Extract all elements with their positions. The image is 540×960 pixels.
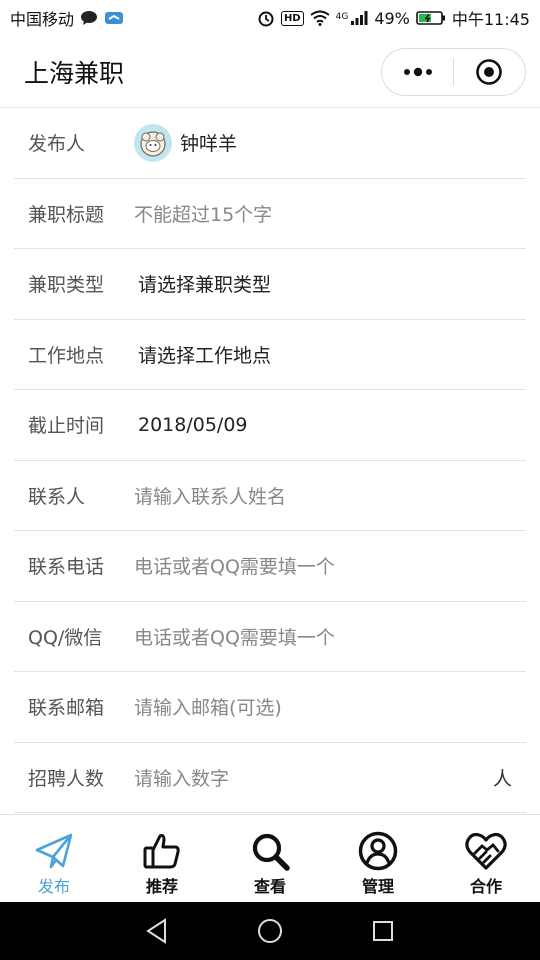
back-button[interactable] <box>137 911 177 951</box>
job-type-picker[interactable]: 请选择兼职类型 <box>138 270 271 297</box>
deadline-date-picker[interactable]: 2018/05/09 <box>138 414 248 436</box>
work-location-picker[interactable]: 请选择工作地点 <box>138 341 271 368</box>
tab-view[interactable]: 查看 <box>216 815 324 902</box>
form-row-publisher: 发布人 钟咩羊 <box>14 108 526 179</box>
tab-label: 发布 <box>37 877 70 896</box>
form-row-title: 兼职标题 不能超过15个字 <box>14 179 526 249</box>
headcount-label: 招聘人数 <box>28 767 105 790</box>
tab-manage[interactable]: 管理 <box>324 815 432 902</box>
page-title: 上海兼职 <box>24 59 125 88</box>
system-navigation-bar <box>0 902 540 960</box>
handshake-heart-icon <box>464 829 508 873</box>
mini-program-capsule <box>381 48 526 96</box>
form-row-email: 联系邮箱 请输入邮箱(可选) <box>14 672 526 743</box>
email-label: 联系邮箱 <box>28 697 105 720</box>
phone-label: 联系电话 <box>28 556 105 579</box>
sheep-avatar-icon <box>134 123 172 162</box>
publisher-name: 钟咩羊 <box>180 133 238 156</box>
alarm-icon <box>257 9 275 27</box>
work-location-label: 工作地点 <box>28 344 105 367</box>
signal-icon <box>350 10 368 26</box>
qq-wechat-label: QQ/微信 <box>28 626 103 649</box>
job-title-label: 兼职标题 <box>28 203 105 226</box>
nav-header: 上海兼职 <box>0 36 540 108</box>
headcount-input[interactable]: 请输入数字 <box>134 764 229 791</box>
form-row-location: 工作地点 请选择工作地点 <box>14 320 526 390</box>
recents-square-icon <box>373 921 394 941</box>
contact-name-input[interactable]: 请输入联系人姓名 <box>134 482 286 509</box>
publisher-label: 发布人 <box>28 133 86 156</box>
close-mini-program-button[interactable] <box>454 49 525 95</box>
email-input[interactable]: 请输入邮箱(可选) <box>134 693 282 720</box>
tab-recommend[interactable]: 推荐 <box>108 815 216 902</box>
tab-label: 查看 <box>253 877 286 896</box>
headcount-unit: 人 <box>492 767 512 790</box>
form-row-headcount: 招聘人数 请输入数字 人 <box>14 743 526 813</box>
search-icon <box>248 829 292 873</box>
app-notification-icon <box>104 10 124 26</box>
phone-input[interactable]: 电话或者QQ需要填一个 <box>134 552 335 579</box>
more-options-button[interactable] <box>382 49 453 95</box>
form-row-type: 兼职类型 请选择兼职类型 <box>14 249 526 320</box>
avatar <box>134 123 172 162</box>
user-circle-icon <box>356 829 400 873</box>
contact-name-label: 联系人 <box>28 485 86 508</box>
job-post-form: 发布人 钟咩羊 兼职标题 不能超过15个字 兼职类型 请选择兼职类型 工作地点 … <box>0 108 540 813</box>
form-row-phone: 联系电话 电话或者QQ需要填一个 <box>14 531 526 602</box>
more-dots-icon <box>403 67 432 77</box>
carrier-name: 中国移动 <box>10 10 75 29</box>
job-title-input[interactable]: 不能超过15个字 <box>134 200 272 227</box>
thumbs-up-icon <box>140 829 184 873</box>
tab-cooperate[interactable]: 合作 <box>432 815 540 902</box>
chat-bubble-icon <box>80 10 98 26</box>
form-row-qq-wechat: QQ/微信 电话或者QQ需要填一个 <box>14 602 526 672</box>
battery-percent: 49% <box>374 8 410 28</box>
clock-time: 中午11:45 <box>451 10 530 29</box>
back-triangle-icon <box>145 918 166 944</box>
paper-plane-icon <box>32 829 76 873</box>
bottom-tab-bar: 发布 推荐 查看 管理 合作 <box>0 814 540 902</box>
tab-label: 合作 <box>469 877 502 896</box>
publisher-info: 钟咩羊 <box>134 123 238 162</box>
tab-label: 推荐 <box>145 877 178 896</box>
wifi-icon <box>309 10 330 26</box>
form-row-contact: 联系人 请输入联系人姓名 <box>14 461 526 531</box>
status-bar: 中国移动 HD 4G 49% 中午11:45 <box>0 0 540 36</box>
hd-badge: HD <box>280 10 304 26</box>
form-row-deadline: 截止时间 2018/05/09 <box>14 390 526 461</box>
home-button[interactable] <box>250 911 290 951</box>
job-type-label: 兼职类型 <box>28 274 105 297</box>
tab-publish[interactable]: 发布 <box>0 815 108 902</box>
recents-button[interactable] <box>363 911 403 951</box>
target-close-icon <box>476 59 503 85</box>
tab-label: 管理 <box>361 877 394 896</box>
qq-wechat-input[interactable]: 电话或者QQ需要填一个 <box>134 623 335 650</box>
network-type: 4G <box>335 12 349 22</box>
home-circle-icon <box>257 919 282 943</box>
battery-icon <box>416 10 446 26</box>
deadline-label: 截止时间 <box>28 415 105 438</box>
